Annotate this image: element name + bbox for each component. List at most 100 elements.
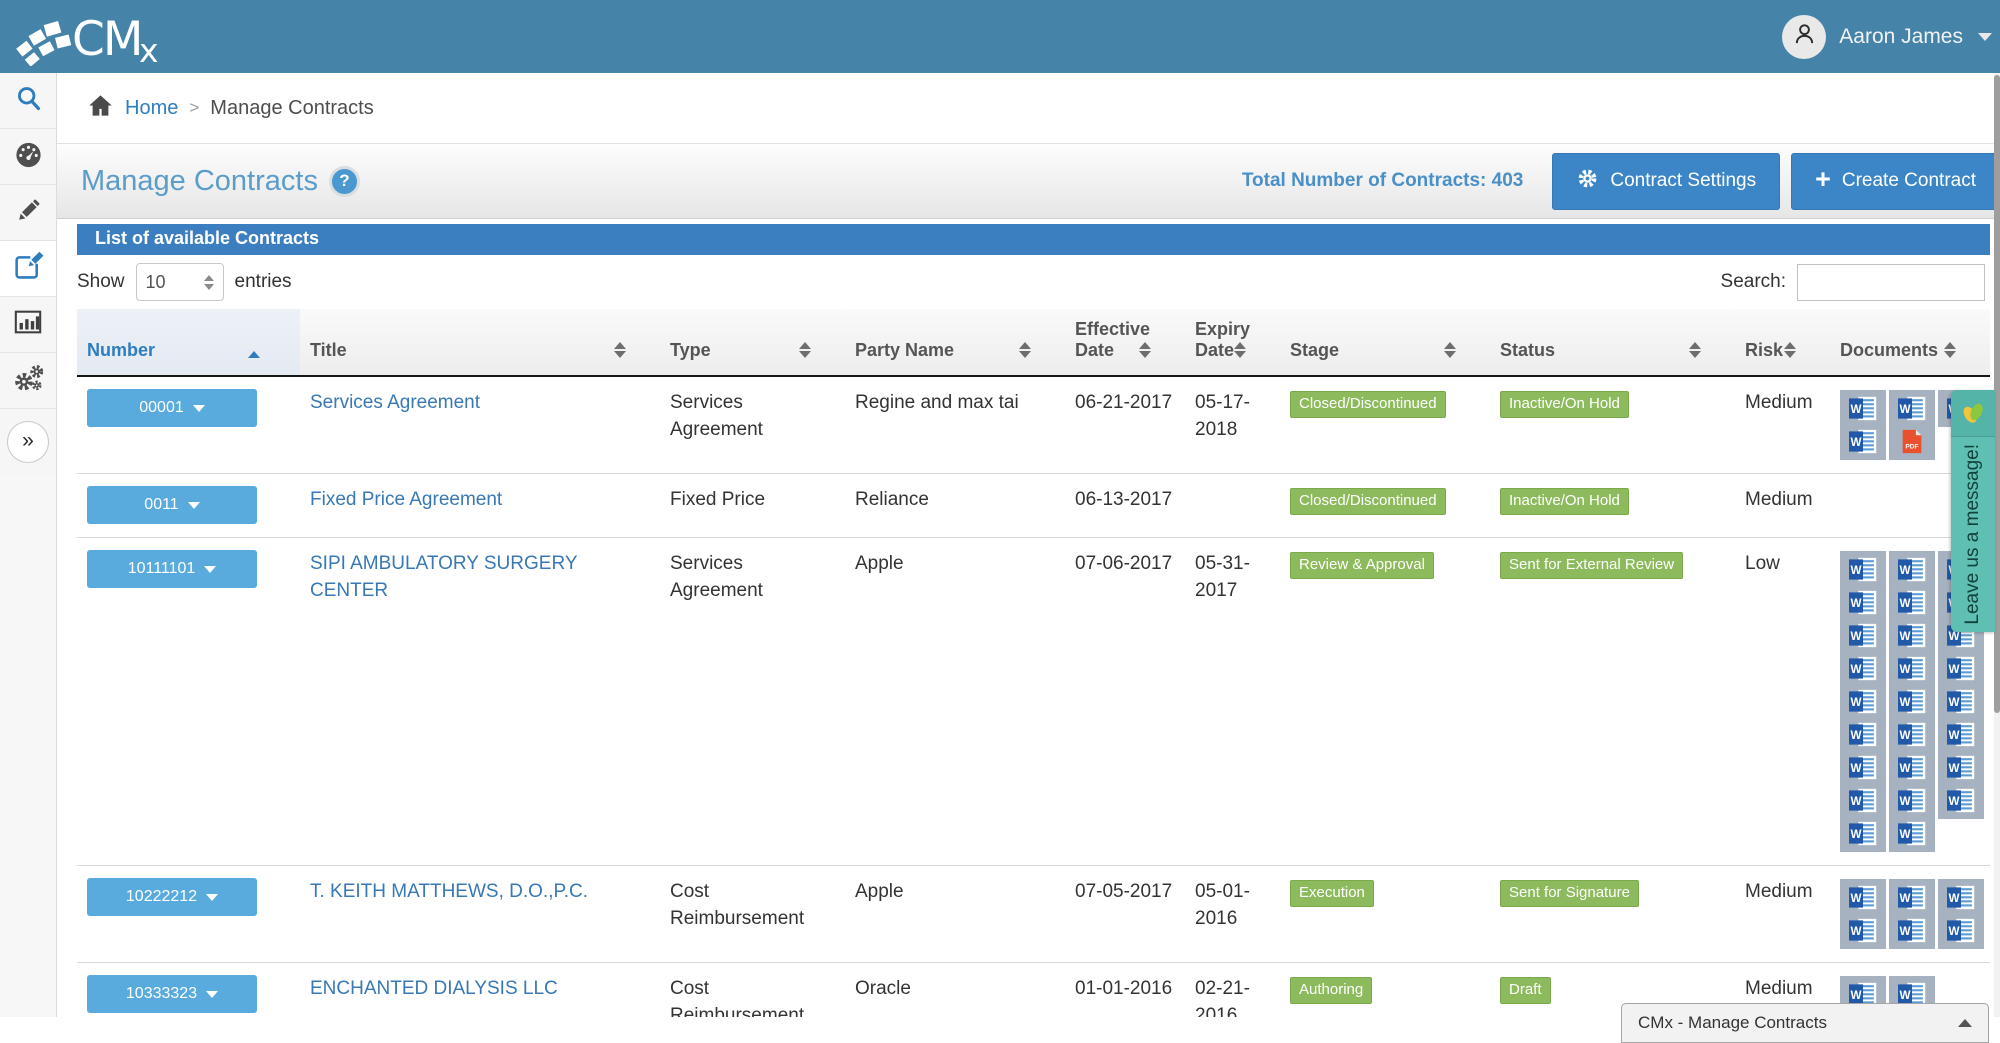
sidebar-item-reports[interactable] bbox=[0, 297, 56, 353]
cell-effective-date: 01-01-2016 bbox=[1065, 963, 1185, 1018]
word-document-icon[interactable]: W bbox=[1898, 623, 1926, 648]
double-chevron-right-icon[interactable]: » bbox=[7, 421, 49, 463]
column-header-party-name[interactable]: Party Name bbox=[845, 309, 1065, 376]
word-document-icon[interactable]: W bbox=[1898, 557, 1926, 582]
main-area: Home > Manage Contracts Manage Contracts… bbox=[57, 73, 2000, 1017]
contract-number-button[interactable]: 00001 bbox=[87, 389, 257, 427]
cell-effective-date: 07-06-2017 bbox=[1065, 538, 1185, 866]
sidebar-item-manage-contracts[interactable] bbox=[0, 241, 56, 297]
word-document-icon[interactable]: W bbox=[1947, 722, 1975, 747]
contracts-table: NumberTitleTypeParty NameEffective DateE… bbox=[77, 309, 1990, 1017]
word-document-icon[interactable]: W bbox=[1898, 656, 1926, 681]
word-document-icon[interactable]: W bbox=[1898, 689, 1926, 714]
cell-party-name: Regine and max tai bbox=[845, 376, 1065, 474]
column-header-type[interactable]: Type bbox=[660, 309, 845, 376]
word-document-icon[interactable]: W bbox=[1898, 918, 1926, 943]
entries-label: entries bbox=[235, 271, 292, 293]
word-document-icon[interactable]: W bbox=[1898, 396, 1926, 421]
word-document-icon[interactable]: W bbox=[1849, 557, 1877, 582]
word-document-icon[interactable]: W bbox=[1849, 755, 1877, 780]
contract-number-button[interactable]: 10111101 bbox=[87, 550, 257, 588]
word-document-icon[interactable]: W bbox=[1849, 788, 1877, 813]
word-document-icon[interactable]: W bbox=[1849, 918, 1877, 943]
column-header-number[interactable]: Number bbox=[77, 309, 300, 376]
home-icon[interactable] bbox=[87, 92, 114, 125]
search-input[interactable] bbox=[1797, 264, 1985, 301]
help-icon[interactable]: ? bbox=[329, 166, 360, 197]
cell-title: Fixed Price Agreement bbox=[300, 474, 660, 538]
cell-expiry-date: 05-01-2016 bbox=[1185, 866, 1280, 963]
cell-title: T. KEITH MATTHEWS, D.O.,P.C. bbox=[300, 866, 660, 963]
word-document-icon[interactable]: W bbox=[1898, 788, 1926, 813]
column-header-risk[interactable]: Risk bbox=[1735, 309, 1830, 376]
word-document-icon[interactable]: W bbox=[1898, 885, 1926, 910]
cell-effective-date: 06-21-2017 bbox=[1065, 376, 1185, 474]
contract-title-link[interactable]: T. KEITH MATTHEWS, D.O.,P.C. bbox=[310, 881, 588, 902]
avatar[interactable] bbox=[1782, 15, 1826, 59]
cell-type: Cost Reimbursement bbox=[660, 963, 845, 1018]
entries-select-value: 10 bbox=[146, 272, 166, 293]
user-menu[interactable]: Aaron James bbox=[1782, 15, 1992, 59]
word-document-icon[interactable]: W bbox=[1898, 821, 1926, 846]
bar-chart-icon bbox=[13, 307, 43, 342]
column-header-title[interactable]: Title bbox=[300, 309, 660, 376]
word-document-icon[interactable]: W bbox=[1849, 396, 1877, 421]
contract-settings-button[interactable]: Contract Settings bbox=[1552, 153, 1780, 210]
top-header: CM x Aaron James bbox=[0, 0, 2000, 73]
table-row: 10111101SIPI AMBULATORY SURGERY CENTERSe… bbox=[77, 538, 1990, 866]
chat-widget-tab[interactable]: Leave us a message! bbox=[1951, 390, 1995, 632]
contract-number: 00001 bbox=[139, 397, 184, 420]
show-label: Show bbox=[77, 271, 125, 293]
word-document-icon[interactable]: W bbox=[1898, 755, 1926, 780]
sidebar-item-authoring[interactable] bbox=[0, 185, 56, 241]
chevron-down-icon bbox=[206, 894, 218, 901]
entries-select[interactable]: 10 bbox=[136, 263, 224, 301]
chat-tab-label: Leave us a message! bbox=[1962, 444, 1984, 625]
minimized-window-bar[interactable]: CMx - Manage Contracts bbox=[1621, 1003, 1989, 1043]
cell-party-name: Reliance bbox=[845, 474, 1065, 538]
column-header-status[interactable]: Status bbox=[1490, 309, 1735, 376]
word-document-icon[interactable]: W bbox=[1849, 623, 1877, 648]
word-document-icon[interactable]: W bbox=[1947, 755, 1975, 780]
column-header-expiry-date[interactable]: Expiry Date bbox=[1185, 309, 1280, 376]
column-header-effective-date[interactable]: Effective Date bbox=[1065, 309, 1185, 376]
contract-number-button[interactable]: 0011 bbox=[87, 486, 257, 524]
contract-number-button[interactable]: 10222212 bbox=[87, 878, 257, 916]
word-document-icon[interactable]: W bbox=[1849, 722, 1877, 747]
word-document-icon[interactable]: W bbox=[1947, 656, 1975, 681]
word-document-icon[interactable]: W bbox=[1947, 918, 1975, 943]
word-document-icon[interactable]: W bbox=[1898, 722, 1926, 747]
contract-title-link[interactable]: SIPI AMBULATORY SURGERY CENTER bbox=[310, 553, 577, 601]
svg-text:W: W bbox=[1899, 696, 1910, 709]
word-document-icon[interactable]: W bbox=[1849, 429, 1877, 454]
word-document-icon[interactable]: W bbox=[1947, 788, 1975, 813]
breadcrumb-home-link[interactable]: Home bbox=[125, 97, 178, 120]
sidebar-item-search[interactable] bbox=[0, 73, 56, 129]
word-document-icon[interactable]: W bbox=[1947, 885, 1975, 910]
contract-title-link[interactable]: ENCHANTED DIALYSIS LLC bbox=[310, 978, 558, 999]
sidebar-item-admin-settings[interactable] bbox=[0, 353, 56, 409]
word-document-icon[interactable]: W bbox=[1849, 689, 1877, 714]
chevron-down-icon bbox=[1978, 33, 1992, 41]
contract-title-link[interactable]: Services Agreement bbox=[310, 392, 480, 413]
status-badge: Inactive/On Hold bbox=[1500, 391, 1629, 418]
create-contract-button[interactable]: + Create Contract bbox=[1791, 153, 2000, 210]
cell-type: Cost Reimbursement bbox=[660, 866, 845, 963]
sort-both-icon bbox=[1784, 342, 1796, 358]
contract-title-link[interactable]: Fixed Price Agreement bbox=[310, 489, 502, 510]
cell-risk: Low bbox=[1735, 538, 1830, 866]
word-document-icon[interactable]: W bbox=[1849, 656, 1877, 681]
word-document-icon[interactable]: W bbox=[1849, 885, 1877, 910]
contract-number-button[interactable]: 10333323 bbox=[87, 975, 257, 1013]
select-spinner-icon bbox=[204, 275, 214, 290]
word-document-icon[interactable]: W bbox=[1849, 821, 1877, 846]
cell-stage: Review & Approval bbox=[1280, 538, 1490, 866]
word-document-icon[interactable]: W bbox=[1898, 590, 1926, 615]
stage-badge: Execution bbox=[1290, 880, 1374, 907]
sidebar-item-dashboard[interactable] bbox=[0, 129, 56, 185]
column-header-stage[interactable]: Stage bbox=[1280, 309, 1490, 376]
pdf-document-icon[interactable]: PDF bbox=[1898, 429, 1926, 454]
word-document-icon[interactable]: W bbox=[1947, 689, 1975, 714]
column-header-documents[interactable]: Documents bbox=[1830, 309, 1990, 376]
word-document-icon[interactable]: W bbox=[1849, 590, 1877, 615]
